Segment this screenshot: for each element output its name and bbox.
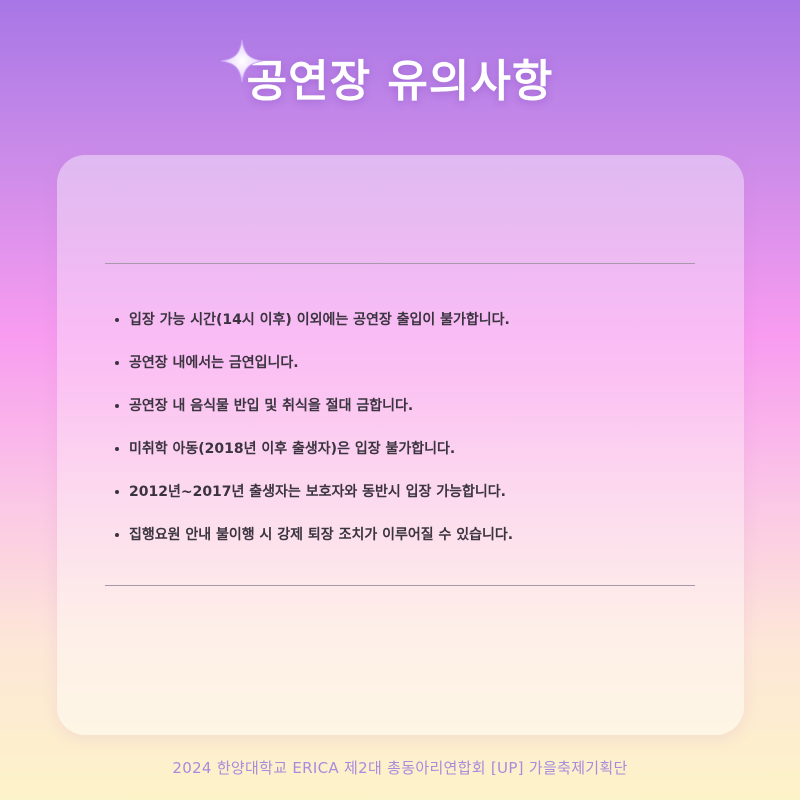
rule-text: 공연장 내 음식물 반입 및 취식을 절대 금합니다. <box>129 398 414 414</box>
bottom-divider <box>105 585 695 586</box>
rules-list: 입장 가능 시간(14시 이후) 이외에는 공연장 출입이 불가합니다. 공연장… <box>113 307 513 565</box>
bullet-icon <box>115 533 119 537</box>
bullet-icon <box>115 447 119 451</box>
rule-item: 공연장 내에서는 금연입니다. <box>113 350 513 393</box>
notice-card: 입장 가능 시간(14시 이후) 이외에는 공연장 출입이 불가합니다. 공연장… <box>57 155 744 735</box>
rule-text: 2012년~2017년 출생자는 보호자와 동반시 입장 가능합니다. <box>129 484 506 500</box>
footer-credit: 2024 한양대학교 ERICA 제2대 총동아리연합회 [UP] 가을축제기획… <box>172 759 628 777</box>
rule-text: 공연장 내에서는 금연입니다. <box>129 355 299 371</box>
rule-text: 집행요원 안내 불이행 시 강제 퇴장 조치가 이루어질 수 있습니다. <box>129 527 514 543</box>
top-divider <box>105 263 695 264</box>
bullet-icon <box>115 490 119 494</box>
rule-item: 미취학 아동(2018년 이후 출생자)은 입장 불가합니다. <box>113 436 513 479</box>
rule-item: 집행요원 안내 불이행 시 강제 퇴장 조치가 이루어질 수 있습니다. <box>113 522 513 565</box>
bullet-icon <box>115 404 119 408</box>
sparkle-icon <box>220 39 263 83</box>
page-title-container: 공연장 유의사항 <box>220 39 554 112</box>
rule-text: 미취학 아동(2018년 이후 출생자)은 입장 불가합니다. <box>129 441 456 457</box>
bullet-icon <box>115 361 119 365</box>
rule-text: 입장 가능 시간(14시 이후) 이외에는 공연장 출입이 불가합니다. <box>129 312 510 328</box>
page-header: 공연장 유의사항 <box>0 39 800 112</box>
rule-item: 공연장 내 음식물 반입 및 취식을 절대 금합니다. <box>113 393 513 436</box>
page-title: 공연장 유의사항 <box>246 56 554 107</box>
bullet-icon <box>115 318 119 322</box>
rule-item: 2012년~2017년 출생자는 보호자와 동반시 입장 가능합니다. <box>113 479 513 522</box>
rule-item: 입장 가능 시간(14시 이후) 이외에는 공연장 출입이 불가합니다. <box>113 307 513 350</box>
